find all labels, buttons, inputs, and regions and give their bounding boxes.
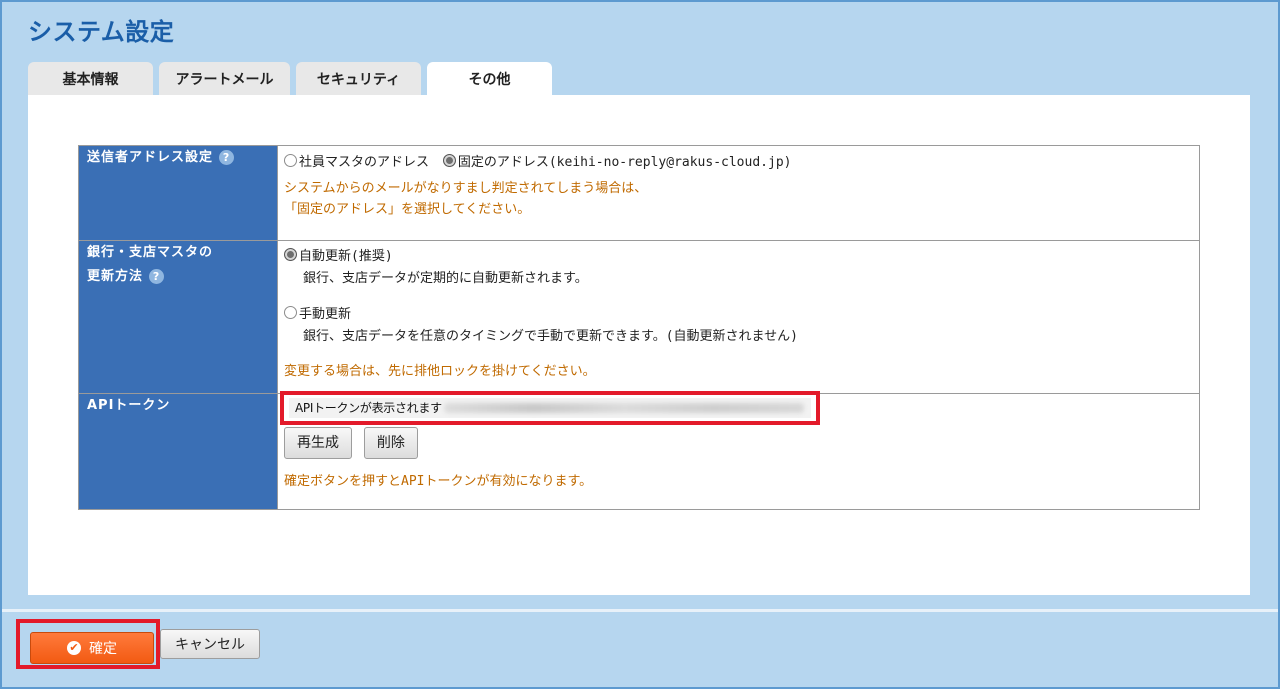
- sender-address-label: 送信者アドレス設定: [87, 150, 214, 165]
- bank-note: 変更する場合は、先に排他ロックを掛けてください。: [284, 364, 596, 379]
- radio-employee-address[interactable]: [284, 154, 297, 167]
- tab-basic-info[interactable]: 基本情報: [28, 62, 153, 95]
- option-fixed-address-label[interactable]: 固定のアドレス(keihi-no-reply@rakus-cloud.jp): [458, 155, 792, 170]
- radio-manual-update[interactable]: [284, 306, 297, 319]
- tab-security[interactable]: セキュリティ: [296, 62, 421, 95]
- api-token-row: APIトークン APIトークンが表示されます 再生成 削除 確定ボタンを押すとA…: [78, 391, 1200, 510]
- confirm-label: 確定: [89, 641, 117, 657]
- api-note: 確定ボタンを押すとAPIトークンが有効になります。: [284, 474, 593, 489]
- help-icon[interactable]: ?: [149, 269, 165, 284]
- confirm-highlight: ✔ 確定: [16, 619, 160, 669]
- manual-update-desc: 銀行、支店データを任意のタイミングで手動で更新できます。(自動更新されません): [303, 329, 798, 344]
- check-circle-icon: ✔: [67, 641, 81, 655]
- radio-fixed-address[interactable]: [442, 154, 456, 167]
- api-token-text: APIトークンが表示されます: [295, 401, 442, 415]
- bank-master-label-cell: 銀行・支店マスタの 更新方法?: [78, 240, 278, 394]
- confirm-button[interactable]: ✔ 確定: [30, 632, 154, 664]
- tab-alert-mail[interactable]: アラートメール: [159, 62, 290, 95]
- api-token-value-cell: APIトークンが表示されます 再生成 削除 確定ボタンを押すとAPIトークンが有…: [277, 391, 1200, 510]
- option-manual-update-label[interactable]: 手動更新: [299, 307, 351, 322]
- bank-master-label-line2: 更新方法: [87, 269, 144, 284]
- bank-master-value-cell: 自動更新(推奨) 銀行、支店データが定期的に自動更新されます。 手動更新 銀行、…: [277, 240, 1200, 394]
- delete-button[interactable]: 削除: [363, 427, 418, 459]
- redacted-token: [444, 403, 804, 413]
- api-token-field[interactable]: APIトークンが表示されます: [289, 398, 811, 418]
- radio-auto-update[interactable]: [284, 248, 297, 261]
- option-auto-update-label[interactable]: 自動更新(推奨): [299, 249, 393, 264]
- auto-update-desc: 銀行、支店データが定期的に自動更新されます。: [303, 271, 588, 286]
- api-token-label-cell: APIトークン: [78, 393, 278, 510]
- sender-address-value-cell: 社員マスタのアドレス 固定のアドレス(keihi-no-reply@rakus-…: [277, 145, 1200, 241]
- regenerate-button[interactable]: 再生成: [284, 427, 352, 459]
- bank-master-row: 銀行・支店マスタの 更新方法? 自動更新(推奨) 銀行、支店データが定期的に自動…: [78, 240, 1200, 394]
- footer-divider: [2, 609, 1278, 612]
- cancel-button[interactable]: キャンセル: [160, 629, 260, 659]
- tab-other[interactable]: その他: [427, 62, 552, 95]
- sender-address-label-cell: 送信者アドレス設定?: [78, 145, 278, 241]
- settings-table: 送信者アドレス設定? 社員マスタのアドレス 固定のアドレス(keihi-no-r…: [78, 145, 1200, 510]
- sender-note-line1: システムからのメールがなりすまし判定されてしまう場合は、: [284, 181, 648, 196]
- settings-panel: 送信者アドレス設定? 社員マスタのアドレス 固定のアドレス(keihi-no-r…: [28, 95, 1250, 595]
- help-icon[interactable]: ?: [219, 150, 235, 165]
- sender-note-line2: 「固定のアドレス」を選択してください。: [284, 202, 531, 217]
- option-employee-address-label[interactable]: 社員マスタのアドレス: [299, 155, 429, 170]
- bank-master-label-line1: 銀行・支店マスタの: [87, 245, 214, 260]
- api-token-highlight: APIトークンが表示されます: [280, 391, 820, 425]
- api-token-label: APIトークン: [87, 398, 171, 413]
- sender-address-row: 送信者アドレス設定? 社員マスタのアドレス 固定のアドレス(keihi-no-r…: [78, 145, 1200, 241]
- page-title: システム設定: [28, 18, 175, 46]
